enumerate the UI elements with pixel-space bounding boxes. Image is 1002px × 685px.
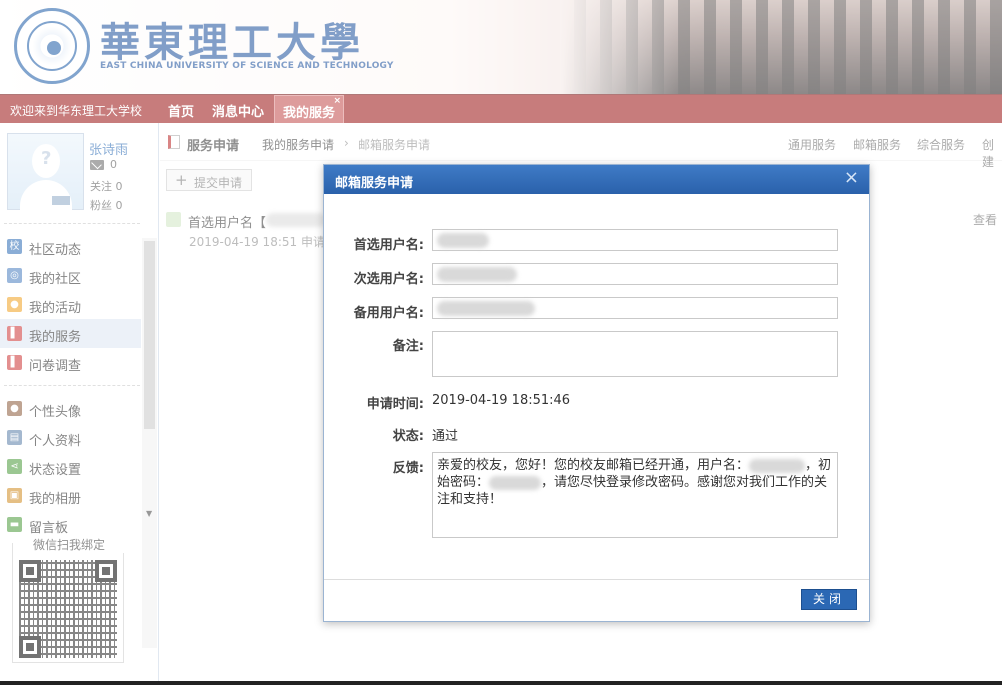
mailbox-service-dialog: 邮箱服务申请 × 首选用户名: 次选用户名: 备用用户名: 备注: 申请时间: …	[323, 164, 870, 622]
close-button[interactable]: 关闭	[801, 589, 857, 610]
note-label: 备注:	[392, 339, 424, 354]
apply-time-value: 2019-04-19 18:51:46	[432, 393, 571, 408]
redacted-username	[749, 458, 806, 473]
status-value: 通过	[432, 429, 459, 444]
status-label: 状态:	[392, 429, 424, 444]
backup-username-field[interactable]	[432, 297, 838, 319]
second-username-field[interactable]	[432, 263, 838, 285]
backup-username-label: 备用用户名:	[353, 306, 424, 321]
apply-time-label: 申请时间:	[366, 397, 424, 412]
redacted-password	[489, 475, 542, 490]
dialog-title: 邮箱服务申请	[335, 176, 414, 191]
feedback-textarea[interactable]: 亲爱的校友，您好！您的校友邮箱已经开通，用户名： ，初始密码： ，请您尽快登录修改密…	[432, 452, 838, 538]
dialog-header: 邮箱服务申请 ×	[324, 165, 869, 194]
preferred-username-field[interactable]	[432, 229, 838, 251]
feedback-text-a: 亲爱的校友，您好！您的校友邮箱已经开通，用户名：	[437, 458, 750, 473]
preferred-username-label: 首选用户名:	[353, 238, 424, 253]
feedback-label: 反馈:	[392, 461, 424, 476]
second-username-label: 次选用户名:	[353, 272, 424, 287]
note-textarea[interactable]	[432, 331, 838, 377]
close-icon[interactable]: ×	[844, 168, 859, 188]
dialog-footer-divider	[324, 579, 869, 580]
bottom-edge	[0, 681, 1002, 685]
